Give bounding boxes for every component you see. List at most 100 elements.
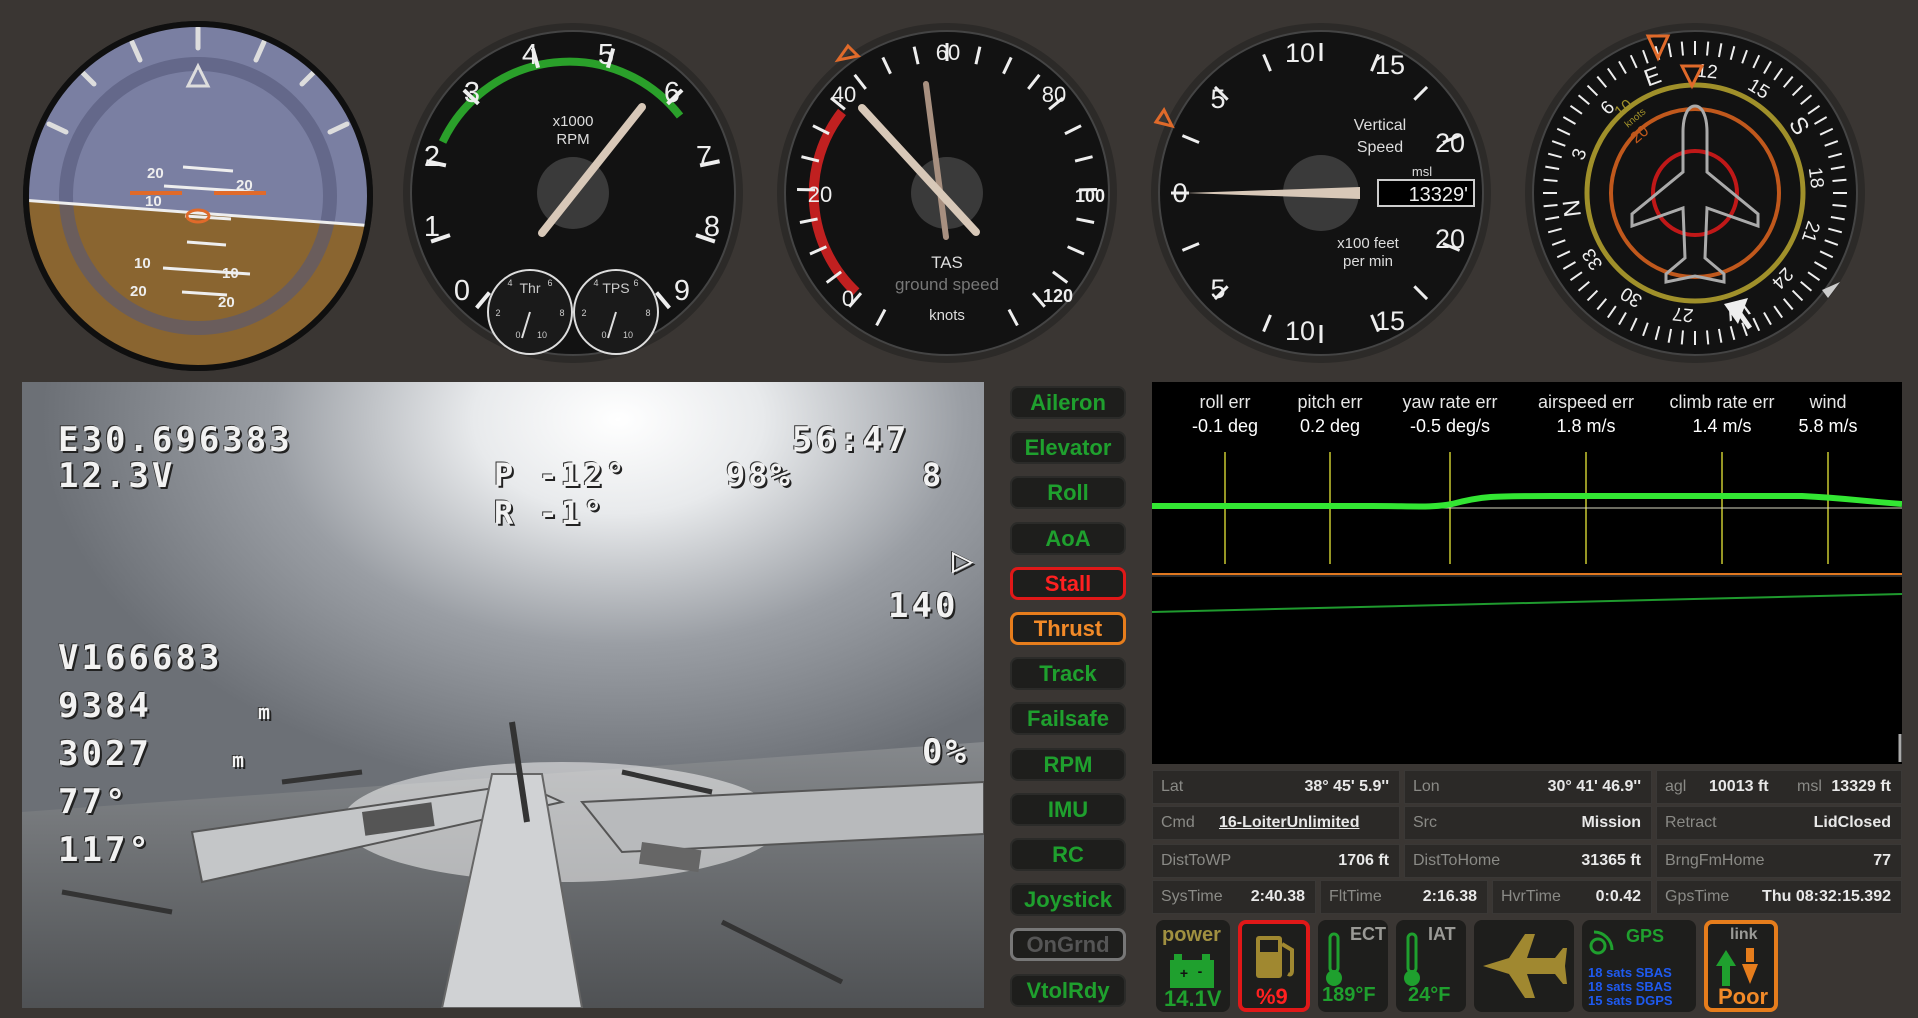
ground-speed-label: ground speed <box>895 275 999 294</box>
unit-per-min: per min <box>1343 253 1393 270</box>
thermometer-icon <box>1404 932 1420 986</box>
bearing-value: 77 <box>1873 852 1891 869</box>
osd-roll: R -1° <box>494 494 606 532</box>
gps-label: GPS <box>1626 926 1665 946</box>
lon-key: Lon <box>1413 778 1440 795</box>
osd-altitude-unit: m <box>232 748 248 772</box>
retract-cell: Retract LidClosed <box>1656 806 1902 840</box>
power-tile: power + - 14.1V <box>1156 920 1230 1012</box>
tps-tick-2: 2 <box>581 308 586 318</box>
sys-time-value: 2:40.38 <box>1250 888 1305 905</box>
status-button-rpm[interactable]: RPM <box>1010 747 1126 781</box>
tps-tick-8: 8 <box>645 308 650 318</box>
ect-value: 189°F <box>1322 984 1376 1006</box>
as-tick-100: 100 <box>1075 186 1105 206</box>
lat-cell: Lat 38° 45' 5.9'' <box>1152 770 1400 804</box>
tps-tick-10: 10 <box>623 330 633 340</box>
compass-label-27: 27 <box>1671 302 1694 325</box>
agl-value: 10013 ft <box>1709 778 1769 795</box>
status-button-stall[interactable]: Stall <box>1010 566 1126 600</box>
tach-tick-6: 6 <box>664 77 680 109</box>
status-button-rc[interactable]: RC <box>1010 838 1126 871</box>
osd-distance-unit: m <box>258 700 274 724</box>
as-tick-120: 120 <box>1043 286 1073 306</box>
tach-tick-3: 3 <box>464 77 480 109</box>
gps-time-value: Thu 08:32:15.392 <box>1762 888 1891 905</box>
tps-tick-4: 4 <box>593 278 598 288</box>
fuel-tile: %9 <box>1238 920 1310 1012</box>
flt-time-cell: FltTime 2:16.38 <box>1320 880 1488 914</box>
tps-tick-6: 6 <box>633 278 638 288</box>
status-button-vtolrdy[interactable]: VtolRdy <box>1010 973 1126 1007</box>
video-feed[interactable]: E30.696383 12.3V P -12° R -1° 98% 56:47 … <box>22 382 984 1008</box>
src-value: Mission <box>1581 814 1641 831</box>
secondary-trace <box>1152 593 1902 613</box>
fuel-pump-icon <box>1256 936 1294 978</box>
status-button-track[interactable]: Track <box>1010 657 1126 691</box>
status-button-elevator[interactable]: Elevator <box>1010 431 1126 465</box>
pitch-label-20-left: 20 <box>147 165 164 182</box>
pitch-label-10-left-down: 10 <box>134 255 151 272</box>
power-label: power <box>1162 924 1221 946</box>
thr-tick-0: 0 <box>515 330 520 340</box>
vertical-speed-gauge: 0 5 10 15 20 5 10 15 20 Vertical Speed m… <box>1150 22 1492 364</box>
msl-key: msl <box>1797 778 1822 795</box>
vsi-bug-icon <box>1153 107 1175 129</box>
vsi-dn-20: 20 <box>1435 224 1465 254</box>
rpm-unit-x1000: x1000 <box>553 113 594 130</box>
flt-time-value: 2:16.38 <box>1422 888 1477 905</box>
iat-label: IAT <box>1428 924 1456 944</box>
status-button-imu[interactable]: IMU <box>1010 792 1126 826</box>
osd-sats: 8 <box>922 456 945 494</box>
osd-altitude: 3027 <box>58 734 152 774</box>
sys-time-cell: SysTime 2:40.38 <box>1152 880 1316 914</box>
retract-key: Retract <box>1665 814 1717 831</box>
alt-cell: agl 10013 ft msl 13329 ft <box>1656 770 1902 804</box>
osd-heading: 117° <box>58 830 152 870</box>
lat-value: 38° 45' 5.9'' <box>1304 778 1389 795</box>
speed-label: Speed <box>1357 139 1403 156</box>
status-button-roll[interactable]: Roll <box>1010 476 1126 510</box>
knots-label: knots <box>929 307 965 324</box>
rpm-gauge: 0 1 2 3 4 5 6 7 8 9 x1000 RPM Thr 0 2 4 … <box>402 22 744 364</box>
altitude-readout: 13329' <box>1409 184 1468 206</box>
status-button-aoa[interactable]: AoA <box>1010 521 1126 555</box>
gps-line-2: 18 sats SBAS <box>1588 979 1672 994</box>
vsi-dn-5: 5 <box>1210 274 1225 304</box>
tach-tick-8: 8 <box>704 211 720 243</box>
satellite-icon <box>1589 930 1614 955</box>
status-button-aileron[interactable]: Aileron <box>1010 386 1126 419</box>
airframe-tile <box>1474 920 1574 1012</box>
tps-tick-0: 0 <box>601 330 606 340</box>
thr-sub-label: Thr <box>520 280 541 296</box>
cmd-value[interactable]: 16-LoiterUnlimited <box>1219 807 1359 839</box>
heading-indicator: E1215S182124W273033N36 10 knots 20 <box>1524 22 1866 364</box>
airspeed-gauge: 0 20 40 60 80 100 120 TAS ground speed k… <box>776 22 1118 364</box>
rpm-unit-label: RPM <box>556 131 589 148</box>
dist-home-key: DistToHome <box>1413 852 1501 869</box>
pitch-label-20-left-down: 20 <box>130 283 147 300</box>
status-button-joystick[interactable]: Joystick <box>1010 883 1126 917</box>
hvr-time-key: HvrTime <box>1501 888 1561 905</box>
tach-tick-7: 7 <box>696 141 712 173</box>
cmd-cell[interactable]: Cmd 16-LoiterUnlimited <box>1152 806 1400 840</box>
osd-percent: 98% <box>726 456 793 494</box>
thr-tick-6: 6 <box>547 278 552 288</box>
status-button-thrust[interactable]: Thrust <box>1010 612 1126 645</box>
as-tick-40: 40 <box>832 82 856 107</box>
status-button-failsafe[interactable]: Failsafe <box>1010 702 1126 736</box>
dist-wp-key: DistToWP <box>1161 852 1232 869</box>
lat-key: Lat <box>1161 778 1184 795</box>
gps-tile: GPS 18 sats SBAS 18 sats SBAS 15 sats DG… <box>1582 920 1696 1012</box>
bearing-cell: BrngFmHome 77 <box>1656 844 1902 878</box>
compass-label-n: N <box>1558 198 1587 219</box>
status-button-ongrnd[interactable]: OnGrnd <box>1010 928 1126 962</box>
osd-arrow-icon: ▷ <box>952 540 977 581</box>
airplane-icon <box>1483 934 1567 998</box>
vsi-up-15: 15 <box>1375 50 1405 80</box>
link-label: link <box>1730 926 1758 943</box>
tach-tick-5: 5 <box>598 39 614 71</box>
fuel-value: %9 <box>1256 984 1288 1009</box>
gps-line-1: 18 sats SBAS <box>1588 965 1672 980</box>
tach-tick-4: 4 <box>522 39 538 71</box>
